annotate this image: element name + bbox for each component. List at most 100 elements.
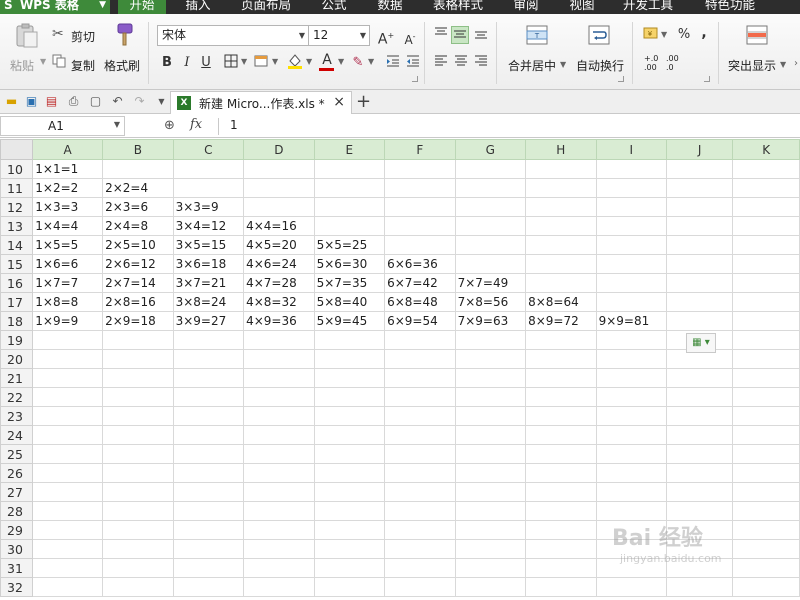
- row-header[interactable]: 29: [0, 520, 34, 540]
- cell[interactable]: [102, 368, 174, 388]
- cell[interactable]: [102, 501, 174, 521]
- cell[interactable]: [525, 235, 597, 255]
- cell[interactable]: [732, 368, 800, 388]
- copy-button[interactable]: 复制: [71, 57, 95, 74]
- cell[interactable]: 5×6=30: [313, 254, 386, 274]
- cell[interactable]: [243, 330, 315, 350]
- cell[interactable]: 1×9=9: [32, 311, 104, 331]
- cell[interactable]: [454, 539, 527, 559]
- cell[interactable]: [313, 501, 386, 521]
- cell[interactable]: [384, 406, 456, 426]
- cell[interactable]: [384, 235, 456, 255]
- wrap-text-button[interactable]: 自动换行: [576, 57, 624, 74]
- align-top-icon[interactable]: [432, 26, 450, 44]
- decrease-decimal-button[interactable]: .00 .0: [666, 54, 688, 72]
- cell[interactable]: 4×4=16: [243, 216, 315, 236]
- cell[interactable]: 2×2=4: [102, 178, 174, 198]
- cell[interactable]: [243, 159, 315, 179]
- cell[interactable]: [313, 197, 386, 217]
- align-bottom-icon[interactable]: [472, 26, 490, 44]
- chevron-down-icon[interactable]: ▼: [306, 57, 312, 66]
- cell[interactable]: [595, 197, 668, 217]
- cell[interactable]: [525, 482, 597, 502]
- cell[interactable]: [32, 539, 104, 559]
- cell[interactable]: [732, 577, 800, 597]
- cell[interactable]: [243, 539, 315, 559]
- currency-icon[interactable]: ¥: [642, 26, 660, 44]
- borders-icon[interactable]: [222, 54, 240, 72]
- cell[interactable]: 2×3=6: [102, 197, 174, 217]
- cell[interactable]: [732, 558, 800, 578]
- cell[interactable]: [525, 425, 597, 445]
- cell[interactable]: [172, 463, 245, 483]
- cell[interactable]: [243, 482, 315, 502]
- column-header[interactable]: G: [454, 139, 527, 160]
- cell[interactable]: [243, 577, 315, 597]
- font-name-select[interactable]: 宋体 ▼: [157, 25, 309, 46]
- cell[interactable]: [454, 216, 527, 236]
- cell[interactable]: [595, 406, 668, 426]
- cell[interactable]: [595, 425, 668, 445]
- cell[interactable]: 2×6=12: [102, 254, 174, 274]
- cell[interactable]: [666, 159, 734, 179]
- cell[interactable]: [384, 425, 456, 445]
- row-header[interactable]: 19: [0, 330, 34, 350]
- cell[interactable]: [32, 368, 104, 388]
- cell[interactable]: [32, 558, 104, 578]
- cell[interactable]: [102, 349, 174, 369]
- eraser-icon[interactable]: ✎: [349, 54, 367, 72]
- cell[interactable]: [595, 444, 668, 464]
- cell[interactable]: [102, 520, 174, 540]
- bold-button[interactable]: B: [158, 54, 176, 72]
- cell[interactable]: [525, 406, 597, 426]
- align-left-icon[interactable]: [432, 54, 450, 72]
- cell[interactable]: [595, 330, 668, 350]
- column-header[interactable]: D: [243, 139, 315, 160]
- alignment-group-launcher[interactable]: [618, 76, 624, 82]
- cell[interactable]: [454, 197, 527, 217]
- cell[interactable]: [525, 178, 597, 198]
- cell[interactable]: [172, 349, 245, 369]
- cell[interactable]: 5×7=35: [313, 273, 386, 293]
- tab-review[interactable]: 审阅: [504, 0, 548, 14]
- cell[interactable]: [454, 254, 527, 274]
- font-size-select[interactable]: 12 ▼: [308, 25, 370, 46]
- cell[interactable]: [384, 482, 456, 502]
- tab-formulas[interactable]: 公式: [312, 0, 356, 14]
- cell[interactable]: [666, 501, 734, 521]
- format-painter-icon[interactable]: [112, 22, 136, 51]
- scissors-icon[interactable]: ✂: [52, 26, 64, 42]
- copy-icon[interactable]: [52, 54, 66, 71]
- cell[interactable]: [313, 178, 386, 198]
- cell[interactable]: 1×2=2: [32, 178, 104, 198]
- cell[interactable]: [102, 558, 174, 578]
- column-header[interactable]: H: [525, 139, 597, 160]
- cell[interactable]: [666, 254, 734, 274]
- column-header[interactable]: I: [595, 139, 668, 160]
- cell[interactable]: [313, 425, 386, 445]
- column-header[interactable]: J: [666, 139, 734, 160]
- cell[interactable]: [732, 444, 800, 464]
- cell[interactable]: [525, 463, 597, 483]
- format-painter-button[interactable]: 格式刷: [104, 57, 140, 74]
- chevron-down-icon[interactable]: ▼: [368, 57, 374, 66]
- cell[interactable]: [595, 216, 668, 236]
- close-icon[interactable]: ×: [333, 94, 345, 110]
- cell[interactable]: [243, 444, 315, 464]
- cell[interactable]: 1×1=1: [32, 159, 104, 179]
- row-header[interactable]: 31: [0, 558, 34, 578]
- print-icon[interactable]: ⎙: [66, 94, 81, 109]
- row-header[interactable]: 22: [0, 387, 34, 407]
- cell[interactable]: [32, 425, 104, 445]
- merge-center-icon[interactable]: T: [526, 24, 548, 49]
- cell[interactable]: [732, 273, 800, 293]
- cell[interactable]: [384, 501, 456, 521]
- cell[interactable]: 9×9=81: [595, 311, 668, 331]
- row-header[interactable]: 16: [0, 273, 34, 293]
- tab-data[interactable]: 数据: [368, 0, 412, 14]
- cell[interactable]: [732, 425, 800, 445]
- cell[interactable]: [384, 577, 456, 597]
- cell[interactable]: [172, 178, 245, 198]
- cell[interactable]: 3×4=12: [172, 216, 245, 236]
- cell[interactable]: 2×5=10: [102, 235, 174, 255]
